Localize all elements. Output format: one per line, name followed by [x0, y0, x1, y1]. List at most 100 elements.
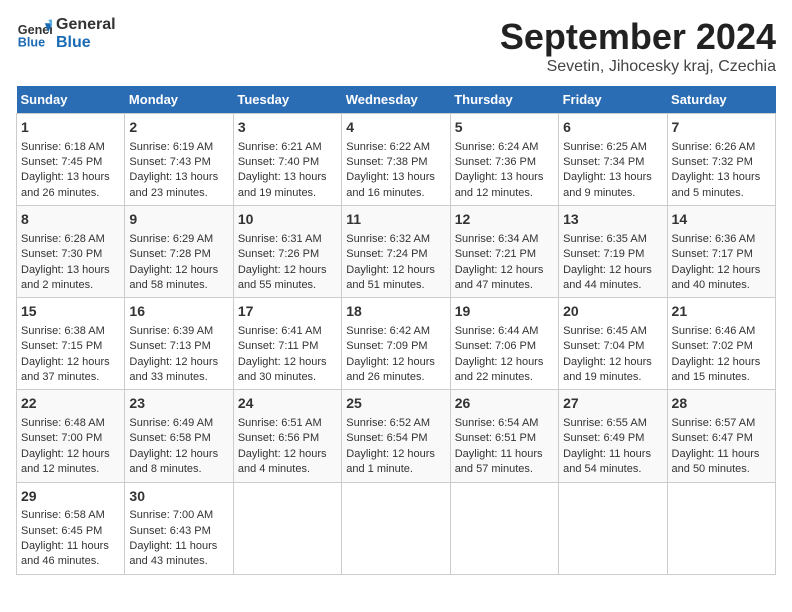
day-detail: Daylight: 12 hours: [129, 447, 228, 462]
day-detail: and 40 minutes.: [672, 278, 771, 293]
day-detail: Daylight: 12 hours: [21, 447, 120, 462]
logo: General Blue General Blue: [16, 16, 116, 52]
day-number: 14: [672, 210, 771, 230]
day-detail: and 57 minutes.: [455, 462, 554, 477]
day-detail: Daylight: 12 hours: [455, 263, 554, 278]
day-number: 4: [346, 118, 445, 138]
day-detail: and 30 minutes.: [238, 370, 337, 385]
calendar-cell: [559, 482, 667, 574]
day-detail: Daylight: 12 hours: [129, 355, 228, 370]
day-detail: Sunset: 7:26 PM: [238, 247, 337, 262]
logo-blue: Blue: [56, 34, 116, 52]
weekday-header-monday: Monday: [125, 86, 233, 114]
calendar-cell: 8Sunrise: 6:28 AMSunset: 7:30 PMDaylight…: [17, 206, 125, 298]
day-detail: Daylight: 11 hours: [21, 539, 120, 554]
day-number: 28: [672, 394, 771, 414]
day-detail: Sunset: 6:58 PM: [129, 431, 228, 446]
day-number: 15: [21, 302, 120, 322]
day-number: 25: [346, 394, 445, 414]
day-detail: and 19 minutes.: [563, 370, 662, 385]
month-year-title: September 2024: [500, 16, 776, 58]
day-detail: Sunrise: 6:29 AM: [129, 232, 228, 247]
day-detail: Daylight: 13 hours: [346, 170, 445, 185]
location-subtitle: Sevetin, Jihocesky kraj, Czechia: [500, 58, 776, 76]
day-detail: Sunset: 7:32 PM: [672, 155, 771, 170]
day-detail: Sunrise: 6:26 AM: [672, 140, 771, 155]
calendar-week-row-5: 29Sunrise: 6:58 AMSunset: 6:45 PMDayligh…: [17, 482, 776, 574]
calendar-cell: 29Sunrise: 6:58 AMSunset: 6:45 PMDayligh…: [17, 482, 125, 574]
day-detail: and 1 minute.: [346, 462, 445, 477]
day-detail: Sunset: 6:45 PM: [21, 524, 120, 539]
day-detail: Sunrise: 6:46 AM: [672, 324, 771, 339]
day-detail: Sunset: 7:04 PM: [563, 339, 662, 354]
calendar-cell: 5Sunrise: 6:24 AMSunset: 7:36 PMDaylight…: [450, 114, 558, 206]
calendar-cell: 4Sunrise: 6:22 AMSunset: 7:38 PMDaylight…: [342, 114, 450, 206]
day-number: 21: [672, 302, 771, 322]
day-detail: Sunrise: 6:24 AM: [455, 140, 554, 155]
calendar-cell: 11Sunrise: 6:32 AMSunset: 7:24 PMDayligh…: [342, 206, 450, 298]
day-detail: Sunset: 7:19 PM: [563, 247, 662, 262]
day-number: 10: [238, 210, 337, 230]
weekday-header-saturday: Saturday: [667, 86, 775, 114]
day-number: 8: [21, 210, 120, 230]
day-detail: and 12 minutes.: [21, 462, 120, 477]
day-detail: and 19 minutes.: [238, 186, 337, 201]
day-detail: and 58 minutes.: [129, 278, 228, 293]
day-detail: Sunrise: 6:57 AM: [672, 416, 771, 431]
calendar-week-row-4: 22Sunrise: 6:48 AMSunset: 7:00 PMDayligh…: [17, 390, 776, 482]
day-detail: Daylight: 12 hours: [346, 355, 445, 370]
day-detail: and 33 minutes.: [129, 370, 228, 385]
weekday-header-row: SundayMondayTuesdayWednesdayThursdayFrid…: [17, 86, 776, 114]
calendar-cell: 15Sunrise: 6:38 AMSunset: 7:15 PMDayligh…: [17, 298, 125, 390]
day-number: 16: [129, 302, 228, 322]
day-number: 26: [455, 394, 554, 414]
day-detail: Sunrise: 6:21 AM: [238, 140, 337, 155]
day-detail: Daylight: 12 hours: [238, 263, 337, 278]
day-detail: Sunrise: 6:34 AM: [455, 232, 554, 247]
calendar-cell: [450, 482, 558, 574]
day-detail: Daylight: 12 hours: [129, 263, 228, 278]
day-detail: Sunset: 7:38 PM: [346, 155, 445, 170]
day-detail: Sunrise: 6:52 AM: [346, 416, 445, 431]
calendar-cell: 9 Sunrise: 6:29 AMSunset: 7:28 PMDaylight…: [125, 206, 233, 298]
day-detail: Sunrise: 6:36 AM: [672, 232, 771, 247]
logo-general: General: [56, 16, 116, 34]
logo-icon: General Blue: [16, 16, 52, 52]
day-number: 11: [346, 210, 445, 230]
day-detail: Sunset: 6:56 PM: [238, 431, 337, 446]
calendar-cell: 30Sunrise: 7:00 AMSunset: 6:43 PMDayligh…: [125, 482, 233, 574]
day-number: 12: [455, 210, 554, 230]
day-detail: Sunset: 7:28 PM: [129, 247, 228, 262]
day-number: 20: [563, 302, 662, 322]
day-detail: Sunset: 6:49 PM: [563, 431, 662, 446]
day-detail: Daylight: 12 hours: [563, 355, 662, 370]
day-detail: Sunset: 7:21 PM: [455, 247, 554, 262]
day-detail: Sunset: 7:02 PM: [672, 339, 771, 354]
calendar-cell: 7Sunrise: 6:26 AMSunset: 7:32 PMDaylight…: [667, 114, 775, 206]
day-detail: Daylight: 13 hours: [129, 170, 228, 185]
day-detail: and 15 minutes.: [672, 370, 771, 385]
calendar-cell: 20Sunrise: 6:45 AMSunset: 7:04 PMDayligh…: [559, 298, 667, 390]
day-detail: Sunrise: 7:00 AM: [129, 508, 228, 523]
day-detail: and 26 minutes.: [346, 370, 445, 385]
day-detail: Daylight: 13 hours: [455, 170, 554, 185]
weekday-header-sunday: Sunday: [17, 86, 125, 114]
day-detail: and 37 minutes.: [21, 370, 120, 385]
day-number: 19: [455, 302, 554, 322]
day-detail: Sunrise: 6:48 AM: [21, 416, 120, 431]
day-detail: and 23 minutes.: [129, 186, 228, 201]
day-detail: Sunrise: 6:35 AM: [563, 232, 662, 247]
day-number: 9: [129, 210, 228, 230]
day-number: 27: [563, 394, 662, 414]
weekday-header-wednesday: Wednesday: [342, 86, 450, 114]
calendar-cell: 18Sunrise: 6:42 AMSunset: 7:09 PMDayligh…: [342, 298, 450, 390]
day-detail: and 51 minutes.: [346, 278, 445, 293]
calendar-cell: 14Sunrise: 6:36 AMSunset: 7:17 PMDayligh…: [667, 206, 775, 298]
calendar-cell: 19Sunrise: 6:44 AMSunset: 7:06 PMDayligh…: [450, 298, 558, 390]
day-detail: Sunrise: 6:31 AM: [238, 232, 337, 247]
day-detail: Daylight: 12 hours: [21, 355, 120, 370]
calendar-cell: 10 Sunrise: 6:31 AMSunset: 7:26 PMDayligh…: [233, 206, 341, 298]
day-number: 24: [238, 394, 337, 414]
calendar-cell: [342, 482, 450, 574]
day-detail: and 46 minutes.: [21, 554, 120, 569]
